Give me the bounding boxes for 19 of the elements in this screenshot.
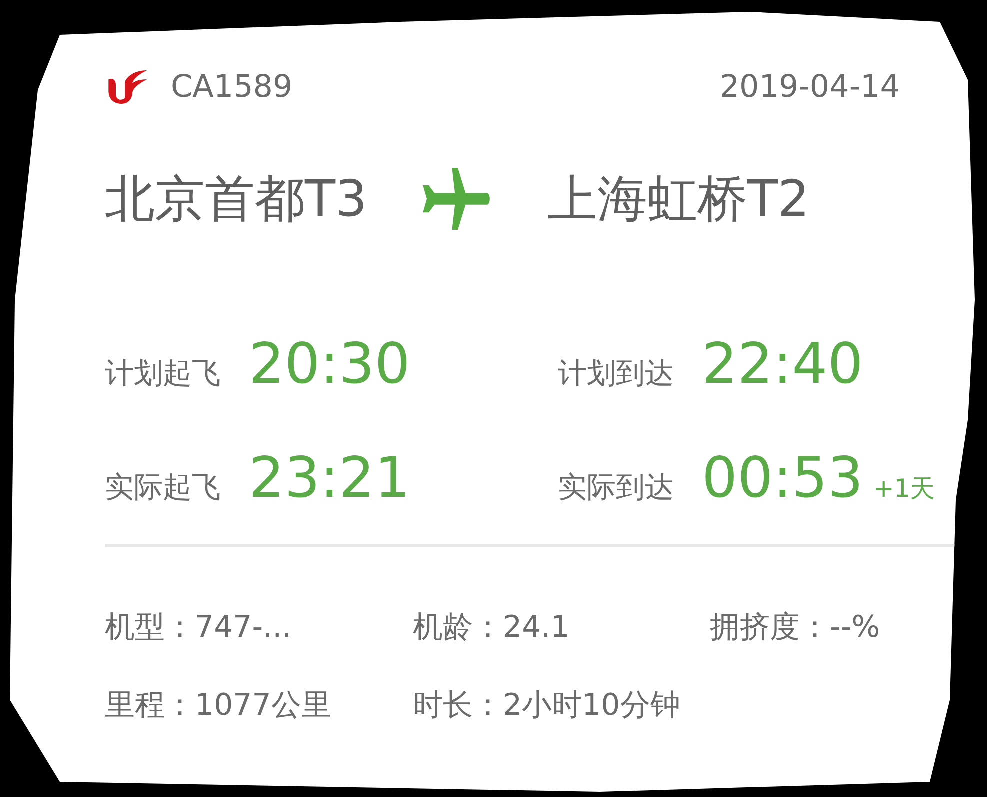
- destination-airport: 上海虹桥T2: [547, 168, 810, 230]
- time-value: 23:21: [249, 446, 410, 511]
- time-value: 20:30: [249, 332, 410, 397]
- flight-detail: 里程：1077公里: [105, 687, 332, 723]
- flight-detail: 拥挤度：--%: [710, 609, 882, 645]
- origin-airport: 北京首都T3: [105, 168, 368, 230]
- time-label: 实际到达: [558, 469, 674, 506]
- flight-detail: 时长：2小时10分钟: [413, 687, 682, 723]
- time-value: 22:40: [702, 332, 864, 397]
- day-offset: +1天: [873, 473, 936, 505]
- airplane-icon: [423, 168, 492, 230]
- time-label: 计划到达: [558, 355, 674, 392]
- flight-detail: 机型：747-...: [105, 609, 293, 645]
- flight-number: CA1589: [171, 69, 293, 105]
- flight-detail: 机龄：24.1: [413, 609, 571, 645]
- time-label: 计划起飞: [105, 355, 221, 392]
- flight-date: 2019-04-14: [720, 69, 900, 105]
- time-value: 00:53: [702, 446, 864, 511]
- time-label: 实际起飞: [105, 469, 221, 506]
